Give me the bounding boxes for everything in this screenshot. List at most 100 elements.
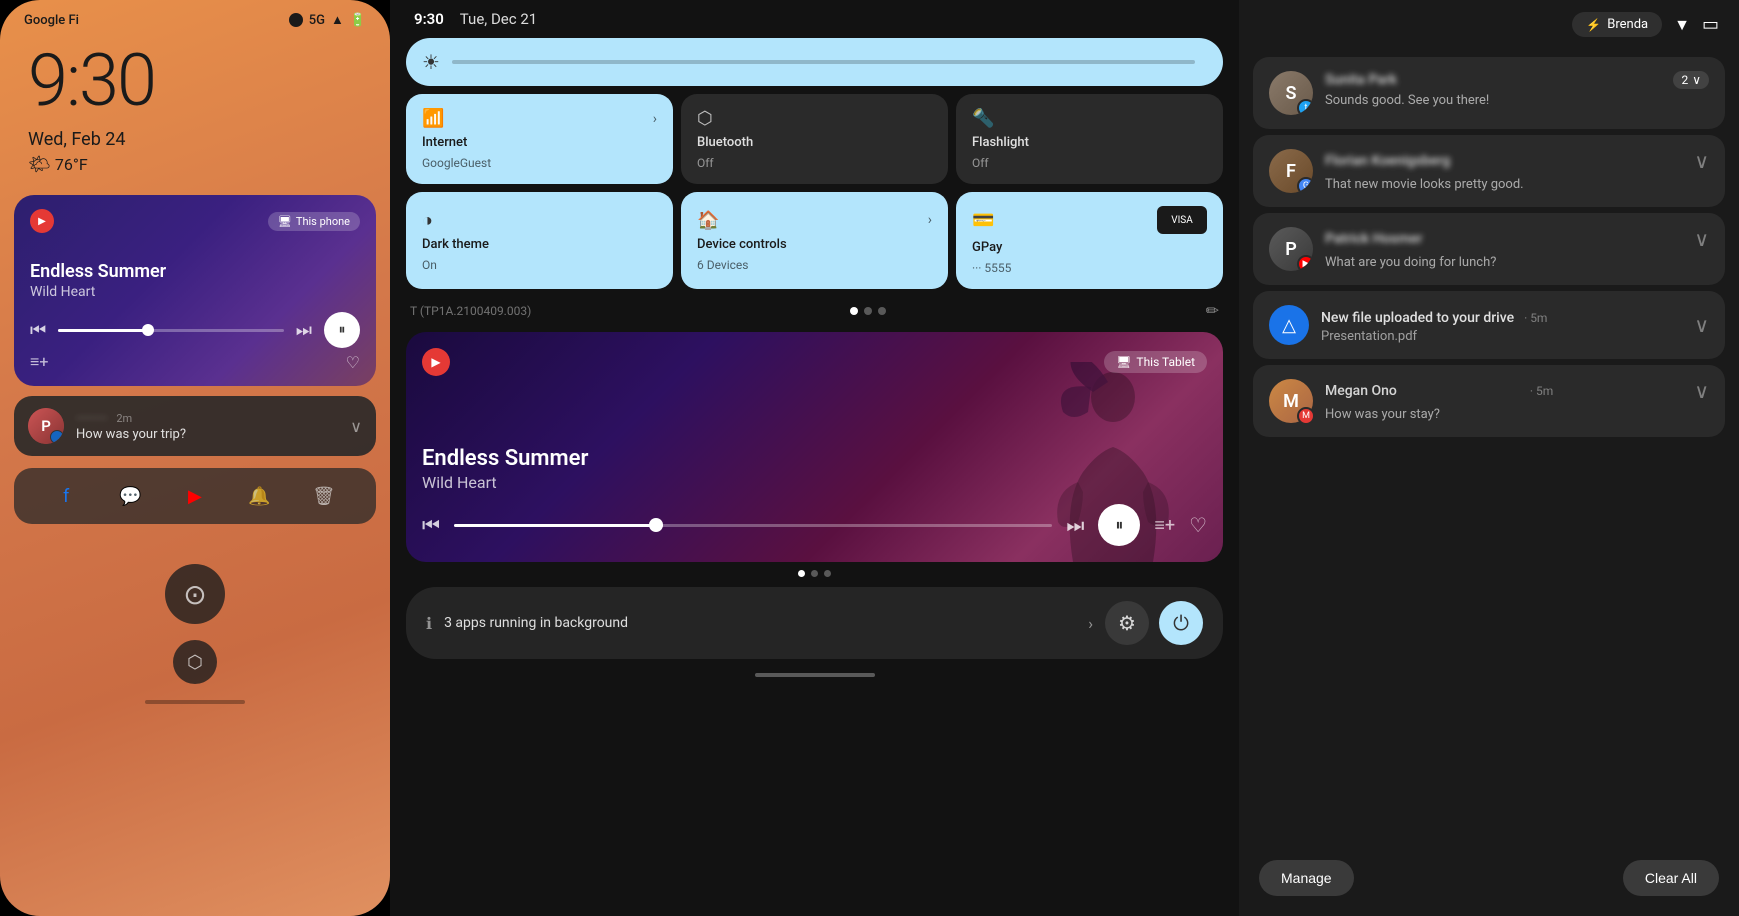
- pause-button[interactable]: ⏸: [324, 312, 360, 348]
- tablet-date: Tue, Dec 21: [460, 10, 537, 28]
- message-count-badge: 2 ∨: [1673, 71, 1709, 89]
- flashlight-icon: 🔦: [972, 108, 994, 129]
- chevron-down-icon: ∨: [1692, 73, 1701, 87]
- notification-panel: ⚡ Brenda ▼ ▭ S t Sunita Park 2: [1239, 0, 1739, 916]
- media-pause-button[interactable]: ⏸: [1098, 504, 1140, 546]
- dark-theme-icon: ◑: [422, 210, 657, 231]
- phone-date: Wed, Feb 24: [0, 123, 390, 150]
- youtube-icon[interactable]: ▶: [179, 480, 211, 512]
- app-dock: f 💬 ▶ 🔔 🗑: [14, 468, 376, 524]
- battery-icon: 🔋: [350, 13, 366, 28]
- media-progress-fill: [454, 524, 663, 527]
- page-dot-3: [878, 307, 886, 315]
- background-apps-bar[interactable]: ℹ 3 apps running in background › ⚙ ⏻: [406, 587, 1223, 659]
- notification-message-megan: How was your stay?: [1325, 407, 1709, 422]
- fingerprint-button[interactable]: ⊙: [165, 564, 225, 624]
- phone-notification[interactable]: P ·········· 2m How was your trip? ∨: [14, 396, 376, 456]
- sender-name-sunita: Sunita Park: [1325, 72, 1397, 88]
- notifications-footer: Manage Clear All: [1239, 846, 1739, 916]
- media-playlist-icon[interactable]: ≡+: [1154, 515, 1175, 536]
- notification-sender: ·········· 2m: [76, 411, 338, 425]
- carrier-label: Google Fi: [24, 13, 79, 28]
- qs-tile-dark-theme[interactable]: ◑ Dark theme On: [406, 192, 673, 289]
- notification-item-megan[interactable]: M M Megan Ono · 5m ∨ How was your stay?: [1253, 365, 1725, 437]
- music-progress-bar[interactable]: [58, 329, 284, 332]
- notification-florian-content: Florian Koenigsberg ∨ That new movie loo…: [1325, 149, 1709, 192]
- qs-tile-gpay[interactable]: 💳 VISA GPay ··· 5555: [956, 192, 1223, 289]
- notification-item-patrick[interactable]: P ▶ Patrick Hosmer ∨ What are you doing …: [1253, 213, 1725, 285]
- qs-tile-bluetooth[interactable]: ⬡ Bluetooth Off: [681, 94, 948, 184]
- quick-settings-grid: 📶 › Internet GoogleGuest ⬡ Bluetooth Off…: [406, 94, 1223, 289]
- weather-icon: 🌤: [28, 154, 51, 175]
- notification-message-patrick: What are you doing for lunch?: [1325, 255, 1709, 270]
- tablet-media-title: Endless Summer: [422, 446, 1207, 471]
- gpay-icon: 💳: [972, 210, 994, 231]
- panel-header: ⚡ Brenda ▼ ▭: [1239, 0, 1739, 49]
- power-button[interactable]: ⏻: [1159, 601, 1203, 645]
- clear-all-button[interactable]: Clear All: [1623, 860, 1719, 896]
- media-content: ▶ 🖥 This Tablet Endless Summer Wild Hear…: [406, 332, 1223, 562]
- tablet-media-artist: Wild Heart: [422, 473, 1207, 492]
- notification-time: 2m: [116, 412, 132, 425]
- media-prev-button[interactable]: ⏮: [422, 513, 440, 537]
- media-progress-track[interactable]: [454, 524, 1052, 527]
- expand-drive-button[interactable]: ∨: [1694, 313, 1709, 337]
- overview-button[interactable]: ⬡: [173, 640, 217, 684]
- tablet-media-player[interactable]: ▶ 🖥 This Tablet Endless Summer Wild Hear…: [406, 332, 1223, 562]
- wifi-status-icon: ▼: [1674, 15, 1690, 35]
- media-page-dot-1: [798, 570, 805, 577]
- media-heart-icon[interactable]: ♡: [1189, 513, 1207, 537]
- qs-tile-flashlight[interactable]: 🔦 Flashlight Off: [956, 94, 1223, 184]
- app-badge: [50, 430, 64, 444]
- manage-button[interactable]: Manage: [1259, 860, 1354, 896]
- notification-message-florian: That new movie looks pretty good.: [1325, 177, 1709, 192]
- facebook-icon[interactable]: f: [50, 480, 82, 512]
- notification-megan-content: Megan Ono · 5m ∨ How was your stay?: [1325, 379, 1709, 422]
- page-dot-1: [850, 307, 858, 315]
- notification-message-sunita: Sounds good. See you there!: [1325, 93, 1709, 108]
- user-name: Brenda: [1607, 17, 1648, 32]
- playlist-icon[interactable]: ≡+: [30, 352, 48, 372]
- bell-icon[interactable]: 🔔: [243, 480, 275, 512]
- messenger-icon[interactable]: 💬: [115, 480, 147, 512]
- brightness-slider-container[interactable]: ☀: [406, 38, 1223, 86]
- phone-time: 9:30: [0, 28, 390, 123]
- trash-icon[interactable]: 🗑: [308, 480, 340, 512]
- expand-patrick-button[interactable]: ∨: [1694, 227, 1709, 251]
- settings-button[interactable]: ⚙: [1105, 601, 1149, 645]
- network-label: 5G: [309, 13, 325, 28]
- media-play-icon: ▶: [422, 348, 450, 376]
- expand-megan-button[interactable]: ∨: [1694, 379, 1709, 403]
- this-tablet-badge: 🖥 This Tablet: [1104, 351, 1207, 373]
- notification-item-sunita[interactable]: S t Sunita Park 2 ∨ Sounds good. See you…: [1253, 57, 1725, 129]
- temperature-label: 76°F: [55, 155, 88, 174]
- notification-item-drive[interactable]: △ New file uploaded to your drive · 5m P…: [1253, 291, 1725, 359]
- heart-icon[interactable]: ♡: [346, 353, 360, 372]
- phone-music-widget[interactable]: ▶ 🖥 This phone Endless Summer Wild Heart…: [14, 195, 376, 386]
- notification-content: ·········· 2m How was your trip?: [76, 411, 338, 442]
- notification-item-florian[interactable]: F G Florian Koenigsberg ∨ That new movie…: [1253, 135, 1725, 207]
- device-controls-title: Device controls: [697, 237, 932, 252]
- internet-subtitle: GoogleGuest: [422, 156, 657, 170]
- notification-message: How was your trip?: [76, 427, 338, 442]
- brightness-track[interactable]: [452, 60, 1195, 64]
- edit-icon[interactable]: ✏: [1206, 301, 1219, 320]
- prev-button[interactable]: ⏮: [30, 320, 46, 341]
- notification-patrick-content: Patrick Hosmer ∨ What are you doing for …: [1325, 227, 1709, 270]
- music-play-icon: ▶: [30, 209, 54, 233]
- media-page-dot-2: [811, 570, 818, 577]
- tablet-home-indicator: [755, 673, 875, 677]
- google-badge: G: [1297, 177, 1313, 193]
- expand-florian-button[interactable]: ∨: [1694, 149, 1709, 173]
- qs-tile-device-controls[interactable]: 🏠 › Device controls 6 Devices: [681, 192, 948, 289]
- device-controls-subtitle: 6 Devices: [697, 258, 932, 272]
- media-next-button[interactable]: ⏭: [1066, 513, 1084, 537]
- tablet-status-bar: 9:30 Tue, Dec 21: [390, 0, 1239, 38]
- next-button[interactable]: ⏭: [296, 320, 312, 341]
- internet-title: Internet: [422, 135, 657, 150]
- tablet-time: 9:30: [414, 10, 444, 28]
- qs-tile-internet[interactable]: 📶 › Internet GoogleGuest: [406, 94, 673, 184]
- notifications-list: S t Sunita Park 2 ∨ Sounds good. See you…: [1239, 49, 1739, 846]
- notification-expand-button[interactable]: ∨: [350, 417, 362, 436]
- drive-icon: △: [1269, 305, 1309, 345]
